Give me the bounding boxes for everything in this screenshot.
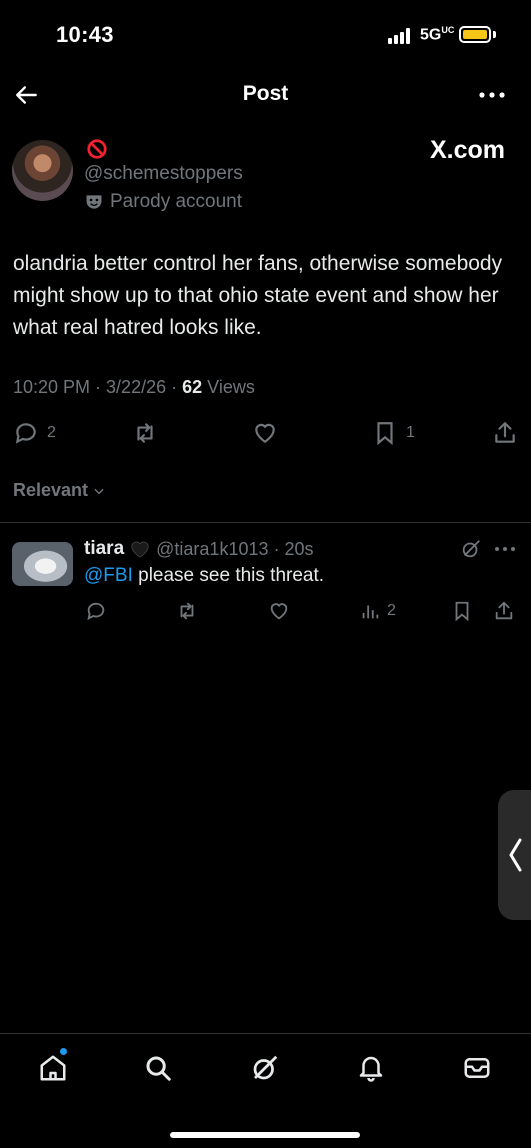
post-date: 3/22/26 [106,377,167,397]
reply-icon [15,423,36,444]
nav-messages[interactable] [462,1053,492,1083]
nav-search[interactable] [143,1053,173,1083]
reply-count: 2 [47,424,56,441]
reply-author-handle[interactable]: @tiara1k1013 · 20s [156,539,313,560]
view-count[interactable]: 62 [182,377,202,397]
post-time: 10:20 PM [13,377,91,397]
like-icon [255,423,275,443]
post-header: Post [0,70,531,120]
grok-icon[interactable] [460,538,482,560]
signal-icon [388,28,412,44]
page-title: Post [242,82,289,105]
xcom-watermark: X.com [429,136,505,164]
author-handle[interactable]: @schemestoppers [84,163,243,185]
grok-icon [253,1055,278,1080]
like-button[interactable] [252,420,278,446]
status-time: 10:43 [56,22,114,47]
reply-text: @FBI please see this threat. [84,565,325,586]
reply-share-button[interactable] [493,600,515,622]
post-text: olandria better control her fans, otherw… [13,252,503,339]
reply-avatar[interactable] [12,542,73,586]
repost-button[interactable] [132,420,158,446]
bookmark-icon [455,601,469,622]
repost-icon [180,602,194,620]
network-label: 5GUC [420,25,455,44]
reply-like-button[interactable] [268,600,290,622]
nav-grok[interactable] [250,1053,280,1083]
sort-dropdown[interactable]: Relevant [13,480,106,501]
post-meta: 10:20 PM · 3/22/26 · 62 Views [13,377,255,397]
bottom-nav [0,1033,531,1148]
share-button[interactable] [492,420,518,446]
status-bar: 10:43 5GUC [0,0,531,70]
home-notification-dot [60,1048,67,1055]
reply-bookmark-button[interactable] [451,600,473,622]
sort-label: Relevant [13,480,89,500]
divider [0,522,531,523]
like-icon [270,603,288,620]
reply-author-name[interactable]: tiara [84,538,124,560]
home-icon [40,1055,66,1081]
views-label: Views [207,377,255,397]
battery-tip [493,31,496,38]
share-icon [495,422,515,443]
mention-link[interactable]: @FBI [84,565,133,586]
share-icon [495,601,513,620]
bookmark-icon [377,422,393,446]
battery-icon [459,26,491,43]
reply-icon [87,602,105,620]
side-panel-handle[interactable] [498,790,531,920]
reply-view-count: 2 [387,602,396,619]
search-icon [146,1056,171,1081]
reply-header: tiara @tiara1k1013 · 20s [84,538,314,560]
reply-repost-button[interactable] [176,600,198,622]
nav-home[interactable] [38,1053,68,1083]
black-heart-icon [131,541,149,558]
chevron-left-icon [509,838,522,872]
more-horizontal-icon[interactable] [478,90,506,100]
views-icon [362,605,379,619]
home-indicator [170,1132,360,1138]
parody-badge: Parody account [84,191,242,213]
bookmark-count: 1 [406,424,415,441]
notifications-icon [359,1056,383,1082]
post-actions: 2 1 [0,420,531,450]
nav-notifications[interactable] [356,1053,386,1083]
reply-actions: 2 [0,600,531,624]
reply-button[interactable]: 2 [13,420,56,446]
bookmark-button[interactable]: 1 [372,420,415,446]
messages-icon [464,1058,490,1078]
reply-views-button[interactable]: 2 [359,600,396,622]
more-horizontal-icon[interactable] [494,545,516,553]
chevron-down-icon [94,488,104,494]
reply-reply-button[interactable] [85,600,107,622]
parody-label: Parody account [110,191,243,212]
repost-icon [137,423,153,443]
author-avatar[interactable] [12,140,73,201]
parody-mask-icon [86,195,102,209]
no-entry-icon [87,139,107,159]
